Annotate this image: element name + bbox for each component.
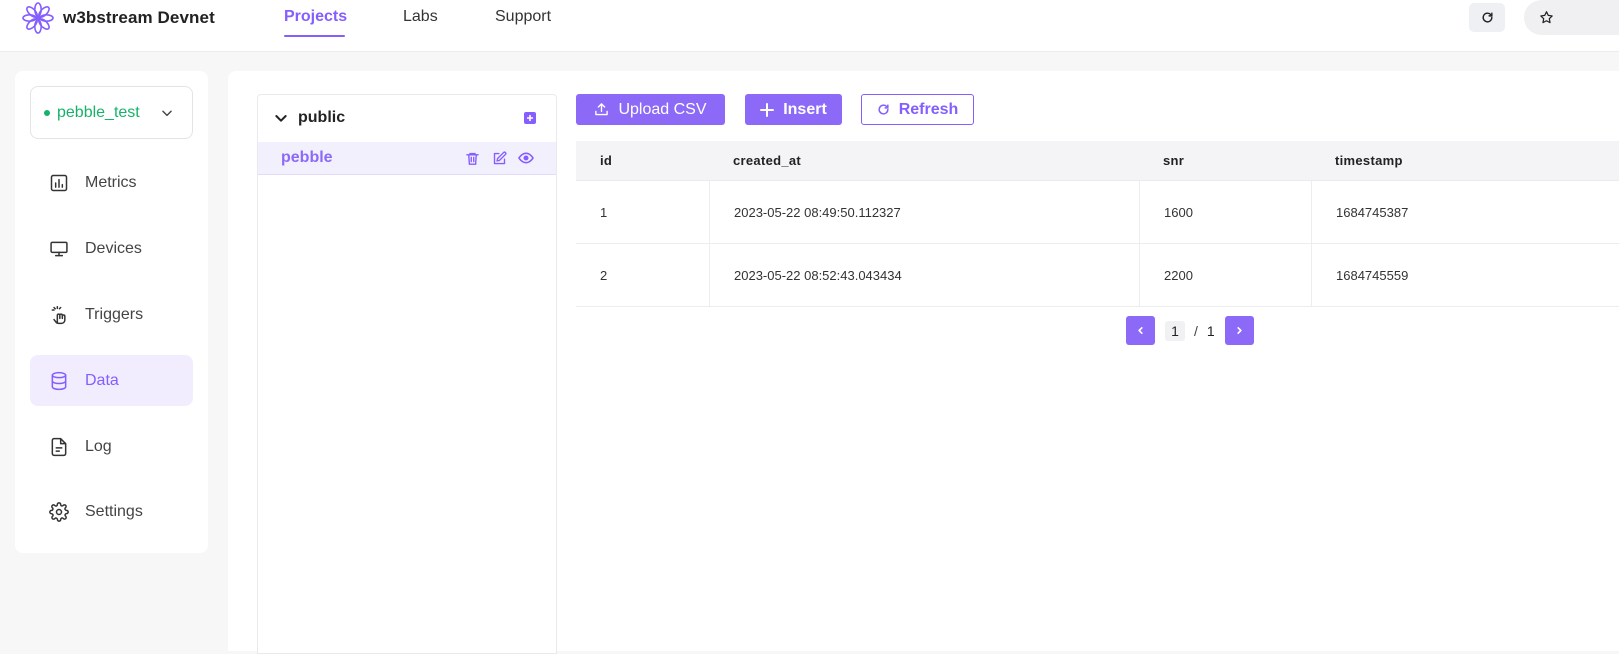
table-cell: 1 bbox=[600, 204, 608, 220]
table-cell: 2200 bbox=[1139, 244, 1311, 306]
nav-active-indicator bbox=[284, 35, 345, 37]
column-header[interactable]: timestamp bbox=[1311, 141, 1619, 180]
table-row[interactable]: 2 2023-05-22 08:52:43.043434 2200 168474… bbox=[576, 244, 1619, 307]
table-item-actions bbox=[464, 150, 534, 166]
sidebar-item-devices[interactable]: Devices bbox=[30, 223, 193, 274]
table-name: pebble bbox=[281, 149, 333, 166]
brand-name: w3bstream Devnet bbox=[63, 8, 215, 27]
table-row[interactable]: 1 2023-05-22 08:49:50.112327 1600 168474… bbox=[576, 181, 1619, 244]
nav-projects[interactable]: Projects bbox=[284, 8, 347, 26]
file-text-icon bbox=[48, 436, 70, 458]
sidebar-item-label: Settings bbox=[85, 502, 143, 520]
refresh-table-button[interactable]: Refresh bbox=[861, 94, 974, 125]
total-pages: 1 bbox=[1206, 322, 1215, 339]
table-cell: 1684745387 bbox=[1311, 181, 1619, 243]
sidebar-item-label: Log bbox=[85, 437, 112, 455]
insert-label: Insert bbox=[783, 100, 827, 118]
sidebar: pebble_test Metrics Devices Triggers Dat… bbox=[15, 71, 208, 553]
insert-button[interactable]: Insert bbox=[745, 94, 842, 125]
table-cell: 2023-05-22 08:52:43.043434 bbox=[709, 244, 1139, 306]
refresh-icon bbox=[1481, 11, 1494, 24]
sidebar-item-data[interactable]: Data bbox=[30, 355, 193, 406]
sidebar-item-triggers[interactable]: Triggers bbox=[30, 289, 193, 340]
chevron-down-icon[interactable] bbox=[273, 110, 289, 126]
schema-name: public bbox=[298, 109, 346, 126]
schema-tree: public pebble bbox=[257, 94, 557, 654]
edit-icon[interactable] bbox=[491, 150, 507, 166]
table-item-pebble[interactable]: pebble bbox=[258, 142, 556, 175]
plus-icon bbox=[526, 114, 534, 122]
plus-icon bbox=[760, 102, 775, 117]
column-header[interactable]: created_at bbox=[709, 141, 1139, 180]
table-header: id created_at snr timestamp bbox=[576, 141, 1619, 181]
trash-icon[interactable] bbox=[464, 150, 480, 166]
column-header[interactable]: id bbox=[576, 141, 709, 180]
monitor-icon bbox=[48, 238, 70, 260]
pagination: 1 / 1 bbox=[1126, 316, 1254, 345]
add-table-button[interactable] bbox=[524, 112, 536, 124]
pointer-click-icon bbox=[48, 304, 70, 326]
flower-logo-icon bbox=[22, 2, 54, 34]
refresh-button[interactable] bbox=[1469, 3, 1505, 32]
star-button[interactable] bbox=[1524, 0, 1619, 35]
refresh-label: Refresh bbox=[898, 100, 959, 118]
sidebar-item-label: Triggers bbox=[85, 305, 144, 323]
project-selector[interactable]: pebble_test bbox=[30, 86, 193, 139]
sidebar-item-settings[interactable]: Settings bbox=[30, 486, 193, 537]
project-status-dot bbox=[44, 109, 50, 116]
sidebar-item-log[interactable]: Log bbox=[30, 421, 193, 472]
project-name: pebble_test bbox=[57, 103, 140, 121]
star-icon bbox=[1539, 10, 1554, 25]
table-cell: 2023-05-22 08:49:50.112327 bbox=[709, 181, 1139, 243]
schema-header[interactable]: public bbox=[258, 95, 556, 141]
chevron-left-icon bbox=[1136, 326, 1145, 335]
sidebar-item-label: Devices bbox=[85, 239, 142, 257]
nav-support[interactable]: Support bbox=[495, 8, 551, 26]
upload-csv-button[interactable]: Upload CSV bbox=[576, 94, 725, 125]
sidebar-item-metrics[interactable]: Metrics bbox=[30, 157, 193, 208]
nav-labs[interactable]: Labs bbox=[403, 8, 438, 26]
brand[interactable]: w3bstream Devnet bbox=[22, 2, 215, 34]
data-table: id created_at snr timestamp 1 2023-05-22… bbox=[576, 141, 1619, 307]
upload-csv-label: Upload CSV bbox=[618, 100, 707, 118]
table-cell: 1600 bbox=[1139, 181, 1311, 243]
prev-page-button[interactable] bbox=[1126, 316, 1155, 345]
sidebar-item-label: Metrics bbox=[85, 173, 137, 191]
chevron-right-icon bbox=[1235, 326, 1244, 335]
page-separator: / bbox=[1194, 322, 1198, 339]
table-cell: 1684745559 bbox=[1311, 244, 1619, 306]
next-page-button[interactable] bbox=[1224, 316, 1254, 345]
bar-chart-icon bbox=[48, 172, 70, 194]
main-panel: public pebble Upload CSV Insert Refresh … bbox=[228, 71, 1619, 654]
table-cell: 2 bbox=[600, 267, 608, 283]
upload-icon bbox=[594, 102, 609, 117]
refresh-icon bbox=[877, 103, 890, 116]
database-icon bbox=[48, 370, 70, 392]
current-page[interactable]: 1 bbox=[1165, 320, 1185, 341]
gear-icon bbox=[48, 501, 70, 523]
sidebar-item-label: Data bbox=[85, 371, 119, 389]
chevron-down-icon bbox=[160, 106, 174, 120]
eye-icon[interactable] bbox=[518, 150, 534, 166]
column-header[interactable]: snr bbox=[1139, 141, 1311, 180]
top-header: w3bstream Devnet Projects Labs Support bbox=[0, 0, 1619, 52]
